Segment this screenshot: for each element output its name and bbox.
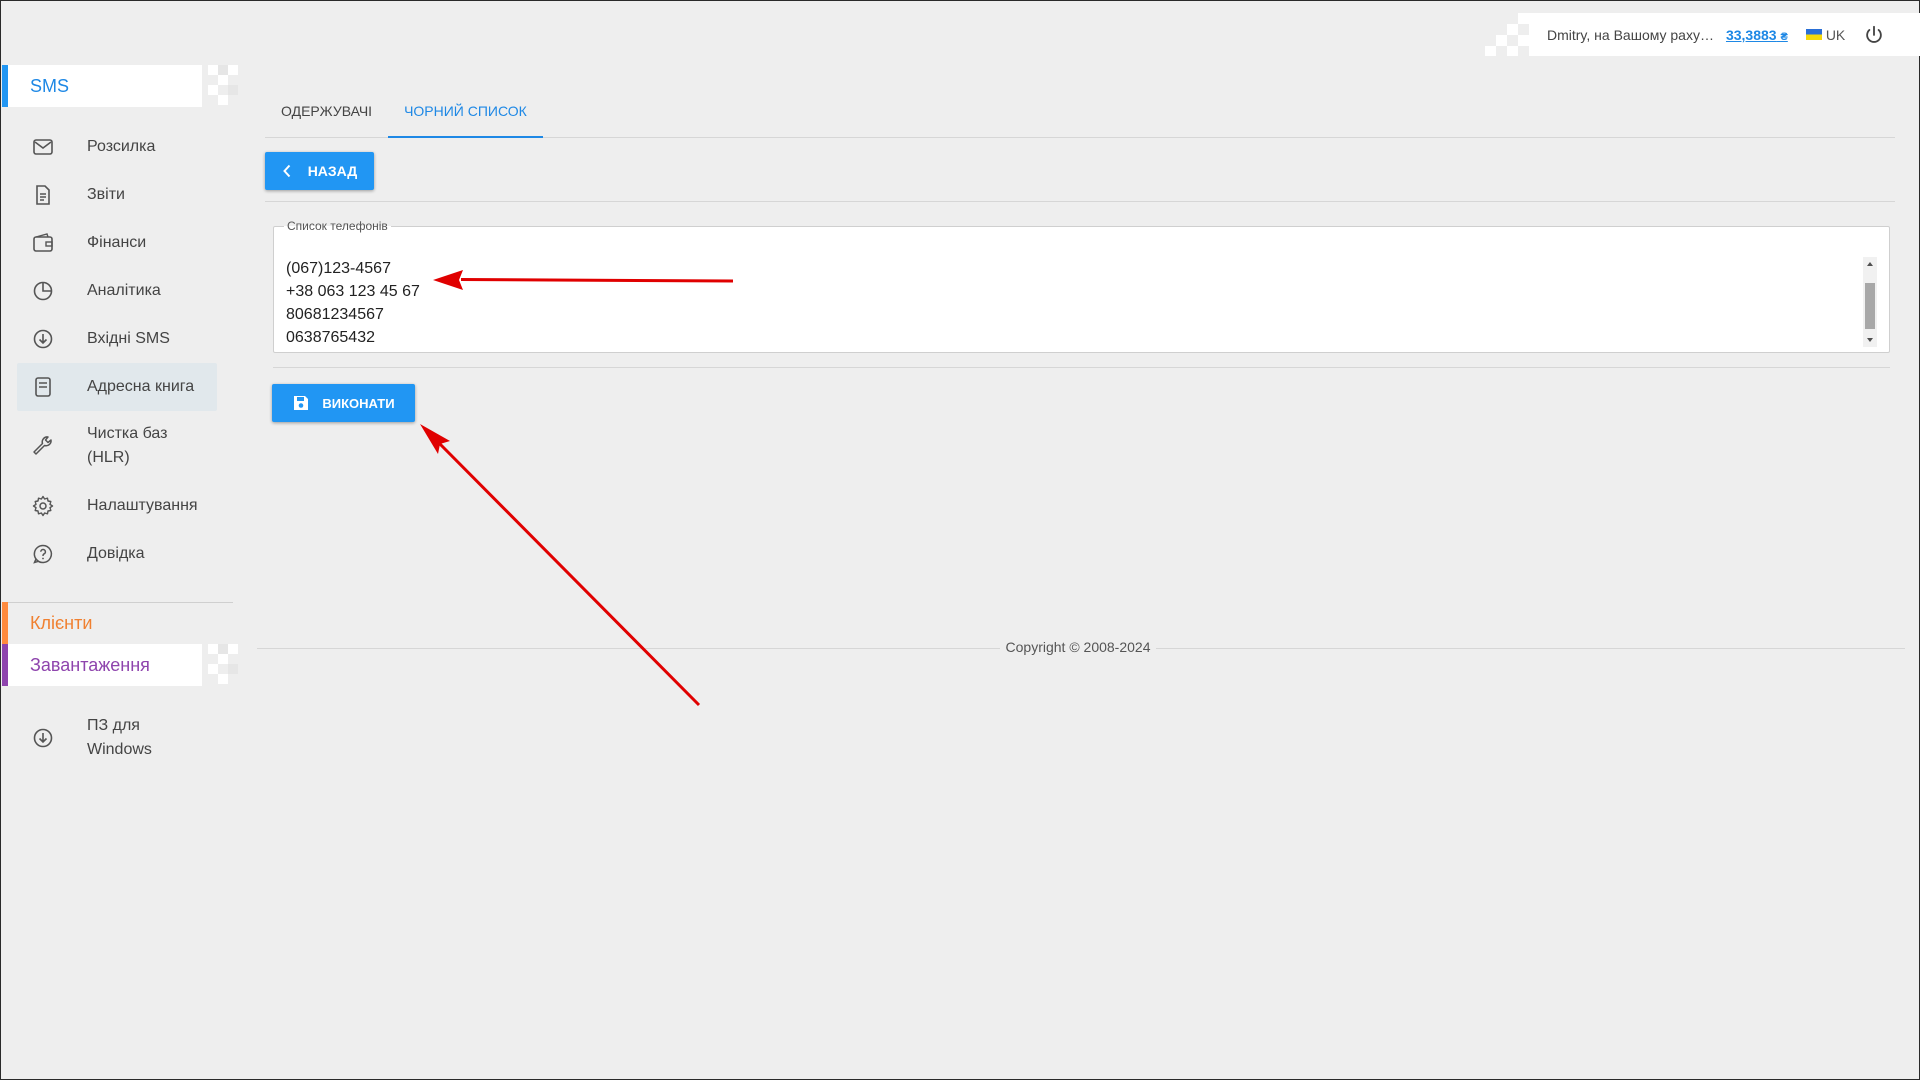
sidebar-item-help[interactable]: Довідка	[17, 538, 217, 570]
sidebar-item-windows-software[interactable]: ПЗ для Windows	[17, 713, 217, 763]
sidebar-item-label: Довідка	[87, 545, 145, 562]
currency-symbol: ₴	[1780, 30, 1788, 43]
divider	[265, 201, 1895, 202]
sidebar-section-title[interactable]: SMS	[30, 76, 69, 97]
gear-icon	[32, 495, 54, 517]
sidebar-item-label: Розсилка	[87, 138, 156, 155]
save-icon	[294, 396, 309, 410]
wallet-icon	[33, 233, 53, 252]
phone-line: 80681234567	[286, 306, 384, 323]
back-button-label[interactable]: Назад	[308, 163, 358, 179]
scrollbar-thumb[interactable]	[1865, 283, 1875, 329]
back-button[interactable]: Назад	[265, 152, 374, 190]
pixel-decoration	[208, 65, 238, 105]
sidebar-section-title[interactable]: Клієнти	[30, 613, 92, 634]
phone-line: 0638765432	[286, 329, 375, 346]
phone-list-legend: Список телефонів	[287, 219, 388, 233]
sidebar-item-analytics[interactable]: Аналітика	[17, 275, 217, 307]
phone-list-textarea[interactable]: (067)123-4567 +38 063 123 45 67 80681234…	[286, 257, 420, 349]
tab-bar: Одержувачі Чорний список	[265, 96, 1895, 138]
wrench-icon	[33, 436, 52, 455]
execute-button-label[interactable]: Виконати	[322, 396, 394, 411]
language-code[interactable]: UK	[1826, 27, 1845, 43]
pixel-decoration	[1485, 13, 1529, 56]
sidebar-item-label: Адресна книга	[87, 378, 195, 395]
chevron-left-icon	[282, 164, 290, 178]
sidebar-section-sms[interactable]: SMS	[2, 65, 238, 107]
top-bar: Dmitry, на Вашому раху… 33,3883 ₴ UK	[1485, 13, 1920, 56]
sidebar-item-label: Фінанси	[87, 234, 147, 251]
sidebar-item-label: Чистка баз (HLR)	[87, 425, 168, 466]
execute-button[interactable]: Виконати	[272, 384, 415, 422]
phone-line: (067)123-4567	[286, 260, 391, 277]
sidebar-item-mailing[interactable]: Розсилка	[17, 131, 217, 163]
textarea-scrollbar[interactable]	[1863, 257, 1877, 347]
ukraine-flag-icon	[1805, 29, 1822, 40]
phone-list-field[interactable]: Список телефонів (067)123-4567 +38 063 1…	[273, 219, 1890, 353]
sidebar-item-hlr[interactable]: Чистка баз (HLR)	[17, 421, 217, 471]
divider	[273, 367, 1890, 368]
annotation-arrow-execute	[420, 424, 701, 707]
scroll-down-arrow-icon[interactable]	[1863, 333, 1877, 347]
sidebar: SMS Розсилка Звіти Фінанси Аналітика Вхі…	[1, 1, 238, 1080]
address-book-icon	[35, 377, 51, 397]
sidebar-item-label: ПЗ для Windows	[87, 717, 152, 758]
balance-link[interactable]: 33,3883 ₴	[1726, 27, 1788, 43]
footer: Copyright © 2008-2024	[1, 639, 1919, 655]
copyright-text: Copyright © 2008-2024	[999, 639, 1157, 655]
power-icon[interactable]	[1863, 24, 1885, 46]
download-circle-icon	[33, 329, 53, 349]
sidebar-item-reports[interactable]: Звіти	[17, 179, 217, 211]
pie-chart-icon	[33, 281, 53, 301]
balance-value[interactable]: 33,3883	[1726, 27, 1777, 43]
phone-line: +38 063 123 45 67	[286, 283, 420, 300]
account-greeting: Dmitry, на Вашому раху…	[1547, 26, 1714, 43]
sidebar-section-clients[interactable]: Клієнти	[2, 602, 202, 644]
sidebar-item-finance[interactable]: Фінанси	[17, 227, 217, 259]
document-icon	[36, 185, 50, 205]
sidebar-item-incoming-sms[interactable]: Вхідні SMS	[17, 323, 217, 355]
sidebar-item-address-book[interactable]: Адресна книга	[17, 363, 217, 411]
sidebar-item-label: Аналітика	[87, 282, 161, 299]
help-icon	[33, 544, 53, 564]
sidebar-item-settings[interactable]: Налаштування	[17, 490, 217, 522]
download-circle-icon	[33, 728, 53, 748]
sidebar-item-label: Вхідні SMS	[87, 330, 170, 347]
sidebar-section-title[interactable]: Завантаження	[30, 655, 150, 676]
tab-blacklist[interactable]: Чорний список	[388, 96, 543, 138]
scroll-up-arrow-icon[interactable]	[1863, 257, 1877, 271]
sidebar-item-label: Звіти	[87, 186, 125, 203]
language-selector[interactable]: UK	[1805, 27, 1845, 43]
sidebar-item-label: Налаштування	[87, 497, 198, 514]
tab-recipients[interactable]: Одержувачі	[265, 96, 388, 138]
envelope-icon	[33, 139, 53, 155]
